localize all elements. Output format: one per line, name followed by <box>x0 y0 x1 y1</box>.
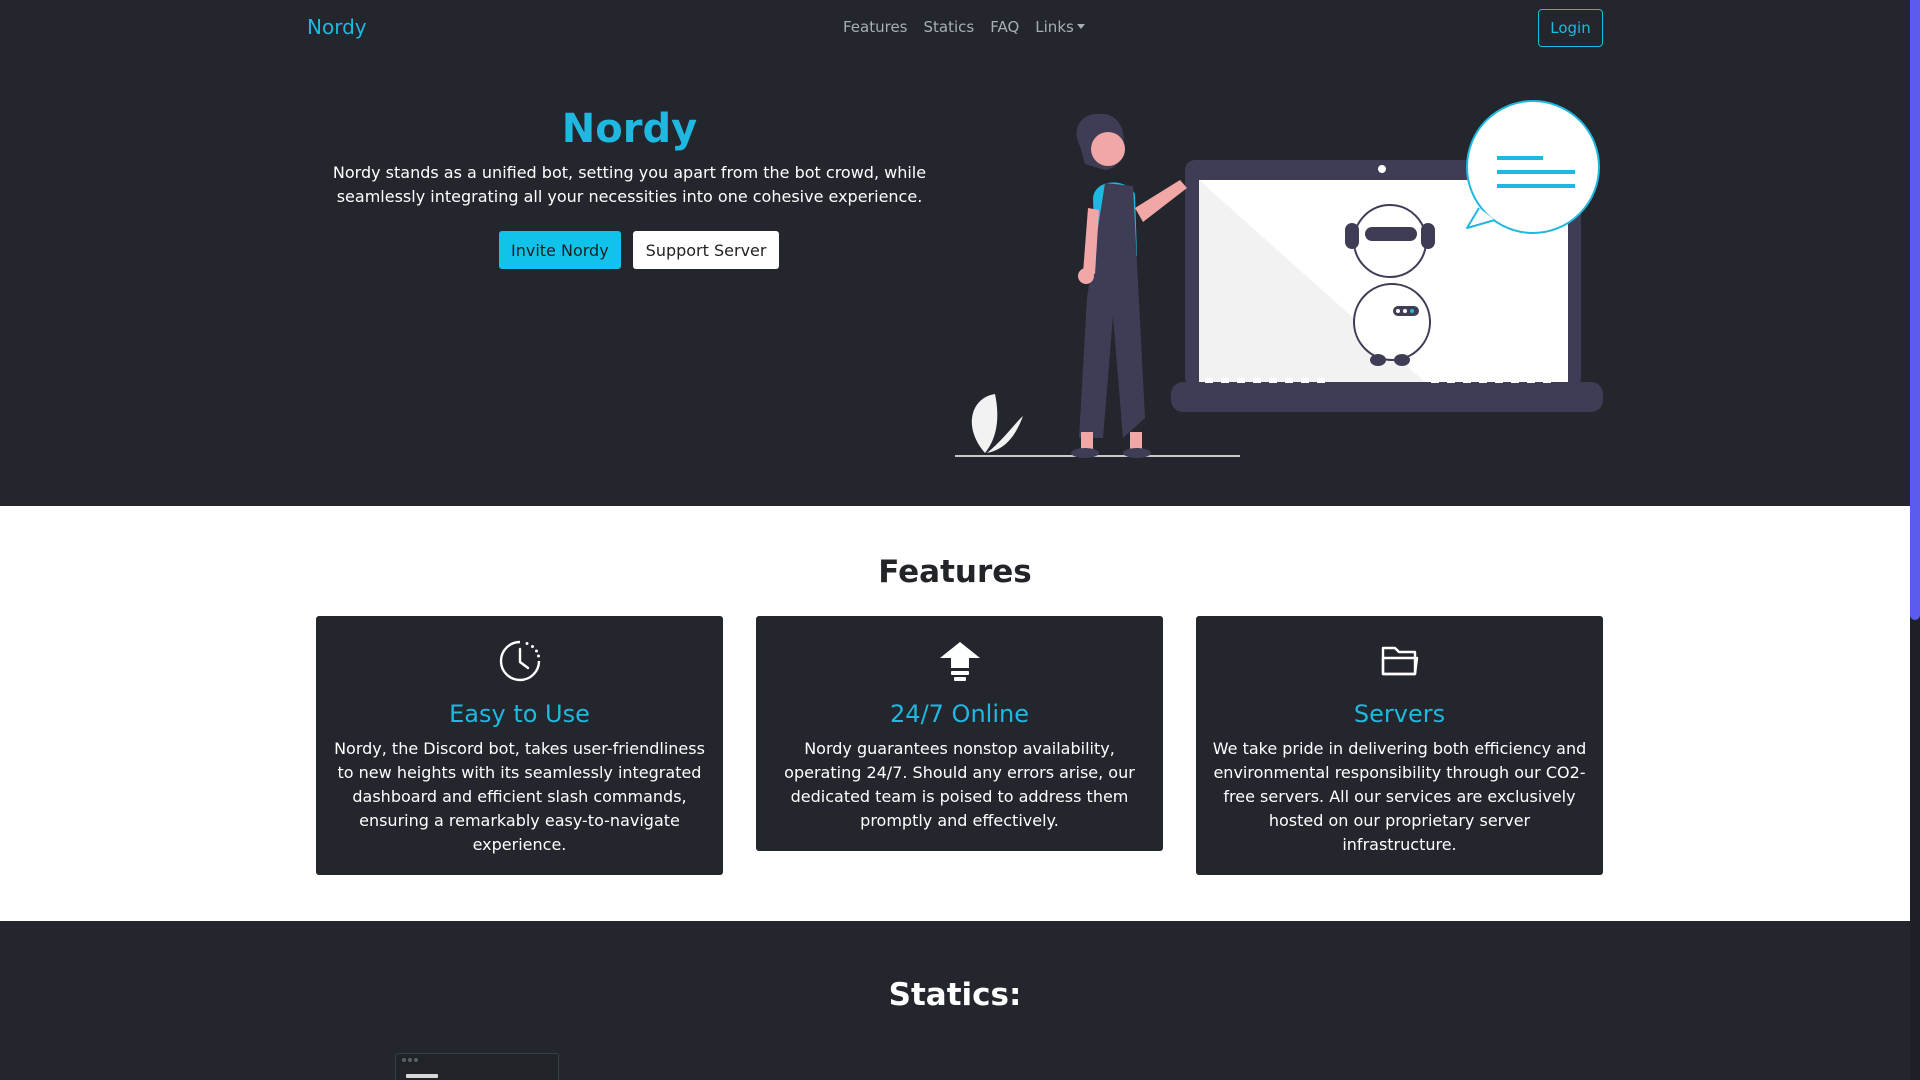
statics-preview-card <box>395 1053 559 1080</box>
hero-section: Nordy Nordy stands as a unified bot, set… <box>0 58 1910 506</box>
folder-icon <box>1381 646 1418 676</box>
features-heading: Features <box>878 554 1032 590</box>
nav-link-features[interactable]: Features <box>843 18 908 36</box>
feature-title-online: 24/7 Online <box>890 700 1029 728</box>
brand-logo-link[interactable]: Nordy <box>307 15 367 39</box>
feature-text-easy-to-use: Nordy, the Discord bot, takes user-frien… <box>334 739 705 854</box>
hero-description: Nordy stands as a unified bot, setting y… <box>332 163 927 206</box>
feature-title-easy-to-use: Easy to Use <box>449 700 590 728</box>
invite-nordy-button[interactable]: Invite Nordy <box>499 231 621 269</box>
feature-card-easy-to-use: Easy to Use Nordy, the Discord bot, take… <box>316 616 723 875</box>
window-dots-icon <box>402 1058 438 1078</box>
cloud-upload-icon <box>939 642 980 681</box>
feature-text-servers: We take pride in delivering both efficie… <box>1212 739 1587 854</box>
nav-links: Features Statics FAQ Links <box>843 18 1085 36</box>
page-scrollbar-thumb[interactable] <box>1910 0 1920 620</box>
login-button[interactable]: Login <box>1538 9 1603 47</box>
feature-title-servers: Servers <box>1353 700 1446 728</box>
navbar: Nordy Features Statics FAQ Links Login <box>0 0 1910 58</box>
support-server-button[interactable]: Support Server <box>632 231 780 269</box>
feature-text-online: Nordy guarantees nonstop availability, o… <box>784 739 1135 830</box>
statics-section: Statics: <box>0 921 1910 1080</box>
woman-with-laptop-robot-illustration <box>955 100 1603 458</box>
feature-card-online: 24/7 Online Nordy guarantees nonstop ava… <box>756 616 1163 851</box>
statics-heading: Statics: <box>888 977 1022 1013</box>
nav-link-statics[interactable]: Statics <box>924 18 975 36</box>
nav-dropdown-links[interactable]: Links <box>1035 18 1085 36</box>
caret-down-icon <box>1076 24 1085 29</box>
nav-dropdown-label: Links <box>1035 18 1074 36</box>
feature-card-servers: Servers We take pride in delivering both… <box>1196 616 1603 875</box>
hero-title: Nordy <box>561 106 698 152</box>
clock-icon <box>499 640 540 682</box>
features-section: Features Easy to Use Nordy, the Discord … <box>0 506 1910 921</box>
hero-buttons: Invite Nordy Support Server <box>499 231 780 269</box>
nav-link-faq[interactable]: FAQ <box>990 18 1019 36</box>
